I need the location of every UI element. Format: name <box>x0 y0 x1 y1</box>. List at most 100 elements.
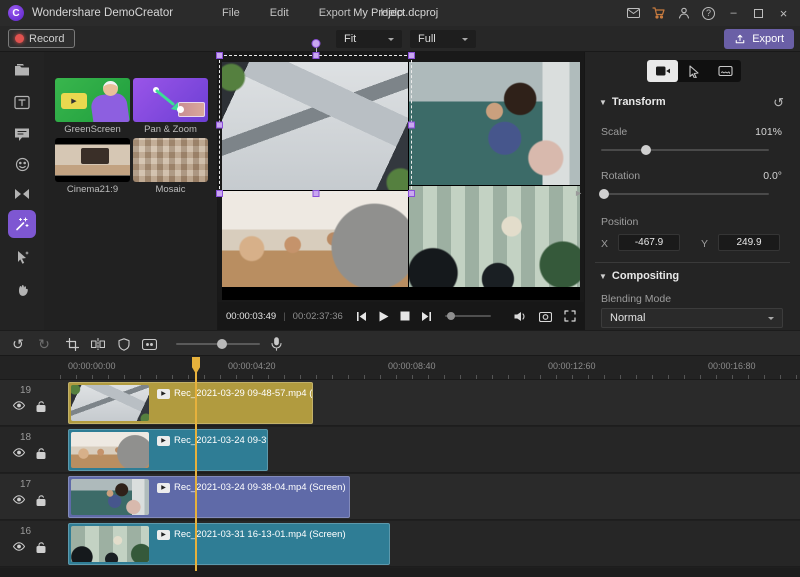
pan-end-dot <box>177 106 184 113</box>
mail-icon[interactable] <box>621 0 646 26</box>
playhead[interactable] <box>192 357 200 571</box>
video-quadrant-office[interactable] <box>409 186 580 287</box>
ruler-label: 00:00:16:80 <box>708 361 756 371</box>
scale-slider[interactable] <box>601 145 769 155</box>
transform-section-header[interactable]: ▼ Transform <box>599 96 666 108</box>
chevron-down-icon <box>768 317 774 323</box>
effect-mosaic-thumb[interactable] <box>133 138 208 182</box>
y-input[interactable] <box>718 234 780 251</box>
eye-icon[interactable] <box>13 448 25 460</box>
seek-handle[interactable] <box>446 312 455 320</box>
effect-cinema-thumb[interactable] <box>55 138 130 182</box>
play-icon[interactable] <box>378 311 389 322</box>
x-input[interactable] <box>618 234 680 251</box>
lock-icon[interactable] <box>36 448 46 462</box>
eye-icon[interactable] <box>13 401 25 413</box>
microphone-icon[interactable] <box>267 335 285 353</box>
eye-icon[interactable] <box>13 542 25 554</box>
reset-transform-icon[interactable]: ↺ <box>773 95 784 111</box>
account-icon[interactable] <box>671 0 696 26</box>
timeline-zoom-handle[interactable] <box>217 339 228 349</box>
effect-label: Pan & Zoom <box>144 124 197 135</box>
undo-icon[interactable]: ↺ <box>9 335 27 353</box>
clip-label: ▶ Rec_2021-03-24 09-38-04.mp4 (Screen) <box>157 482 346 493</box>
cursor-effects-icon[interactable] <box>8 243 36 271</box>
export-button[interactable]: Export <box>724 29 794 49</box>
split-icon[interactable] <box>89 335 107 353</box>
video-tab[interactable] <box>647 60 679 82</box>
fullscreen-icon[interactable] <box>564 310 576 322</box>
redo-icon[interactable]: ↻ <box>35 335 53 353</box>
cursor-tab[interactable] <box>678 60 709 82</box>
snapshot-icon[interactable] <box>539 311 552 322</box>
time-separator: | <box>283 310 286 322</box>
blending-mode-dropdown[interactable]: Normal <box>601 308 783 328</box>
y-label: Y <box>701 238 709 250</box>
rotation-slider-handle[interactable] <box>599 189 610 199</box>
menu-edit[interactable]: Edit <box>270 7 289 19</box>
shield-icon[interactable] <box>115 335 133 353</box>
effects-icon[interactable] <box>8 210 36 238</box>
timeline-ruler[interactable]: 00:00:00:00 00:00:04:20 00:00:08:40 00:0… <box>0 356 800 380</box>
aspect-dropdown[interactable]: Full <box>410 30 476 48</box>
close-icon[interactable]: × <box>771 0 796 26</box>
marker-icon[interactable] <box>140 335 158 353</box>
lock-icon[interactable] <box>36 542 46 556</box>
prev-frame-icon[interactable] <box>356 311 367 322</box>
cursor-icon <box>689 64 699 78</box>
menu-file[interactable]: File <box>222 7 240 19</box>
track-number: 17 <box>20 479 32 490</box>
collapse-arrow-icon[interactable]: ► <box>574 188 583 198</box>
resize-handle-ne[interactable] <box>408 52 415 59</box>
titlebar-icons: ? – × <box>621 0 796 26</box>
next-frame-icon[interactable] <box>421 311 432 322</box>
volume-icon[interactable] <box>514 311 527 322</box>
record-button[interactable]: Record <box>8 29 76 48</box>
maximize-icon[interactable] <box>746 0 771 26</box>
menu-export[interactable]: Export <box>319 7 351 19</box>
track-row: 18 ▶Rec_2021-03-24 09-39-06.mp4 <box>0 427 800 473</box>
minimize-icon[interactable]: – <box>721 0 746 26</box>
timeline-clip[interactable]: ▶Rec_2021-03-24 09-39-06.mp4 <box>68 429 268 471</box>
effect-greenscreen-thumb[interactable]: ▶ <box>55 78 130 122</box>
clip-thumbnail <box>71 432 149 468</box>
eye-icon[interactable] <box>13 495 25 507</box>
video-quadrant-desk[interactable] <box>222 62 408 190</box>
ruler-label: 00:00:12:60 <box>548 361 596 371</box>
clip-thumbnail <box>71 526 149 562</box>
timeline-tracks: 19 ▶Rec_2021-03-29 09-48-57.mp4 (Screen)… <box>0 380 800 577</box>
video-quadrant-classroom[interactable] <box>222 191 408 287</box>
crop-icon[interactable] <box>63 335 81 353</box>
fit-dropdown[interactable]: Fit <box>336 30 402 48</box>
effect-panzoom-thumb[interactable] <box>133 78 208 122</box>
audio-tab[interactable] <box>710 60 741 82</box>
video-quadrant-couch[interactable] <box>409 62 580 185</box>
compositing-section-header[interactable]: ▼ Compositing <box>599 270 679 282</box>
resize-handle-nw[interactable] <box>216 52 223 59</box>
timeline-clip[interactable]: ▶Rec_2021-03-29 09-48-57.mp4 (Screen) <box>68 382 313 424</box>
timeline-clip[interactable]: ▶ Rec_2021-03-31 16-13-01.mp4 (Screen) <box>68 523 390 565</box>
ruler-ticks <box>60 375 800 379</box>
help-icon[interactable]: ? <box>696 0 721 26</box>
captions-icon[interactable] <box>8 120 36 148</box>
lock-icon[interactable] <box>36 401 46 415</box>
seek-slider[interactable] <box>444 312 491 320</box>
stop-icon[interactable] <box>400 311 410 321</box>
ruler-label: 00:00:04:20 <box>228 361 276 371</box>
timeline-clip[interactable]: ▶ Rec_2021-03-24 09-38-04.mp4 (Screen) <box>68 476 350 518</box>
transitions-icon[interactable] <box>8 180 36 208</box>
scale-slider-handle[interactable] <box>641 145 652 155</box>
media-icon[interactable] <box>8 56 36 84</box>
timeline-zoom-slider[interactable] <box>176 339 260 349</box>
rotation-slider[interactable] <box>599 189 769 199</box>
app-window: C Wondershare DemoCreator File Edit Expo… <box>0 0 800 577</box>
lock-icon[interactable] <box>36 495 46 509</box>
text-icon[interactable] <box>8 88 36 116</box>
stickers-icon[interactable] <box>8 150 36 178</box>
cart-icon[interactable] <box>646 0 671 26</box>
preview-canvas[interactable] <box>216 39 580 300</box>
resize-handle-n[interactable] <box>312 52 319 59</box>
gestures-icon[interactable] <box>8 276 36 304</box>
panel-tabs <box>647 60 741 82</box>
transport-bar: 00:00:03:49 | 00:02:37:36 <box>218 302 585 330</box>
